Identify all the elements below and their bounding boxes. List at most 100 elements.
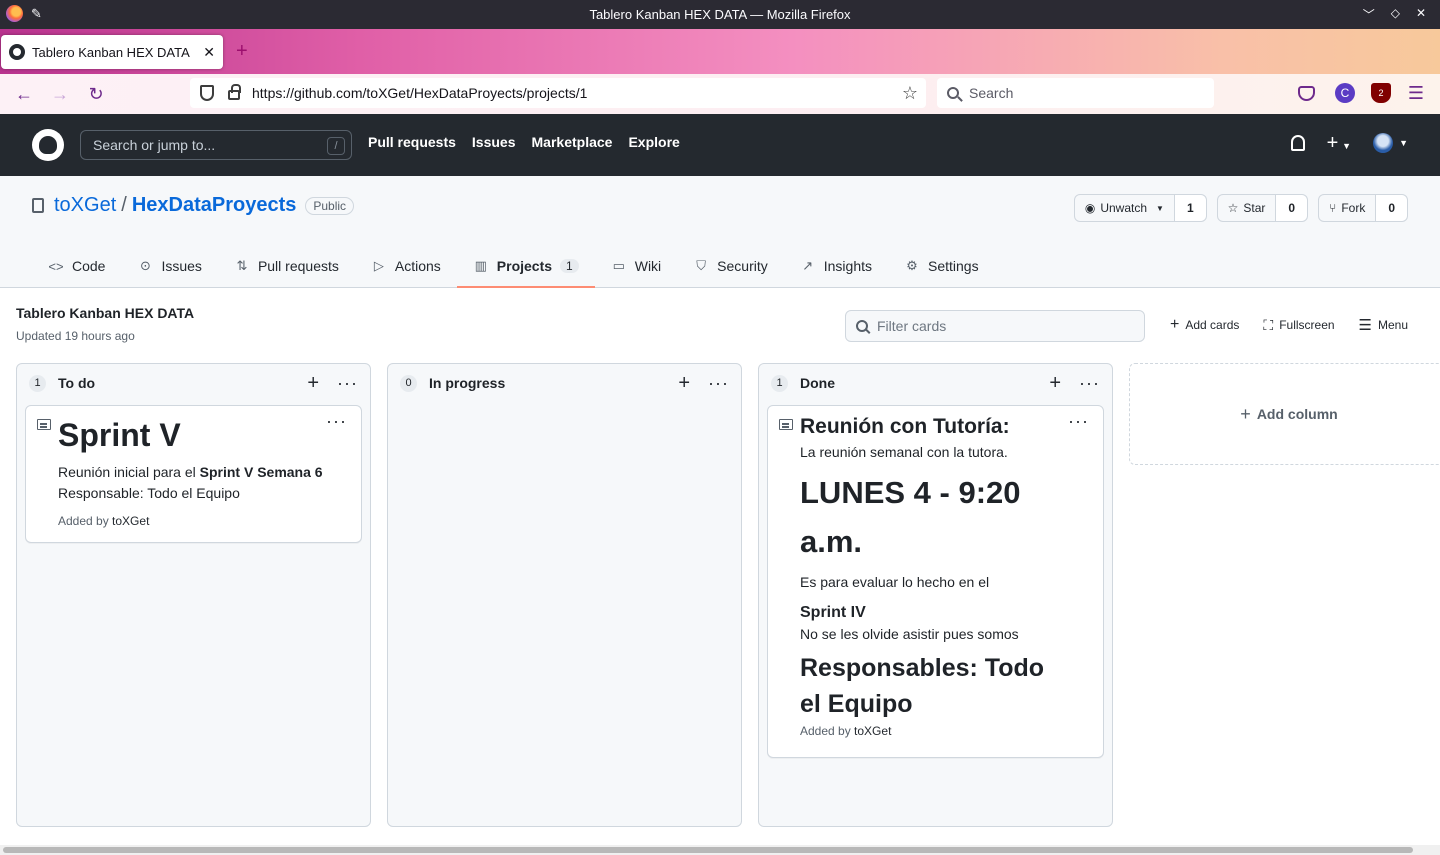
tab-label: Code: [72, 258, 106, 274]
caret-down-icon: ▼: [1156, 203, 1164, 213]
lock-icon[interactable]: [228, 84, 241, 100]
column-kebab-icon[interactable]: ···: [1079, 374, 1100, 392]
pull-request-icon: ⇅: [236, 258, 248, 273]
card-text: Responsable: Todo el Equipo: [58, 485, 240, 501]
fork-button[interactable]: ⑂ Fork: [1319, 195, 1377, 221]
card-heading-2: Responsables: Todo el Equipo: [800, 654, 1045, 718]
reload-icon[interactable]: ↻: [86, 84, 106, 104]
pocket-icon[interactable]: [1298, 86, 1315, 101]
close-window-icon[interactable]: ✕: [1416, 6, 1426, 23]
add-cards-button[interactable]: + Add cards: [1170, 316, 1239, 334]
github-search-input[interactable]: Search or jump to... /: [80, 130, 352, 160]
repo-name-link[interactable]: HexDataProyects: [132, 194, 297, 217]
card-reunion-tutoria[interactable]: ··· Reunión con Tutoría: La reunión sema…: [767, 405, 1104, 758]
extension-c-icon[interactable]: C: [1335, 83, 1355, 103]
ublock-icon[interactable]: 2: [1371, 83, 1391, 103]
user-menu-button[interactable]: ▼: [1373, 133, 1408, 153]
minimize-icon[interactable]: ﹀: [1363, 6, 1375, 23]
column-card-count: 1: [771, 374, 788, 392]
tab-wiki[interactable]: ▭ Wiki: [595, 244, 677, 288]
tab-label: Insights: [823, 258, 872, 274]
repo-owner-link[interactable]: toXGet: [54, 194, 116, 217]
fork-label: Fork: [1341, 201, 1366, 215]
card-text: Es para evaluar lo hecho en el: [800, 574, 990, 590]
add-column-button[interactable]: + Add column: [1129, 363, 1440, 465]
url-bar[interactable]: https://github.com/toXGet/HexDataProyect…: [190, 78, 926, 108]
project-title[interactable]: Tablero Kanban HEX DATA: [16, 305, 194, 321]
tab-label: Wiki: [634, 258, 662, 274]
added-by-label: Added by: [58, 514, 113, 528]
caret-down-icon: ▼: [1399, 138, 1408, 148]
tab-title: Tablero Kanban HEX DATA: [32, 44, 190, 60]
browser-tab[interactable]: Tablero Kanban HEX DATA ✕: [1, 35, 223, 69]
tracking-shield-icon[interactable]: [200, 85, 214, 101]
repo-separator: /: [121, 194, 127, 216]
card-text-bold: Sprint V Semana 6: [199, 464, 323, 480]
new-tab-icon[interactable]: +: [236, 41, 248, 61]
forward-arrow-icon[interactable]: →: [50, 84, 70, 104]
window-titlebar: ✎ Tablero Kanban HEX DATA — Mozilla Fire…: [0, 0, 1440, 29]
firefox-logo-icon: [6, 5, 23, 22]
nav-pull-requests[interactable]: Pull requests: [368, 134, 456, 150]
tab-security[interactable]: ⛉ Security: [677, 244, 784, 288]
close-tab-icon[interactable]: ✕: [203, 44, 215, 61]
notifications-bell-icon[interactable]: [1290, 135, 1305, 151]
project-updated: Updated 19 hours ago: [16, 329, 135, 343]
column-kebab-icon[interactable]: ···: [708, 374, 729, 392]
tab-insights[interactable]: ↗ Insights: [784, 244, 888, 288]
star-count[interactable]: 0: [1276, 195, 1308, 221]
added-by-user-link[interactable]: toXGet: [854, 724, 891, 738]
star-button[interactable]: ☆ Star: [1218, 195, 1277, 221]
add-card-plus-icon[interactable]: +: [678, 373, 690, 393]
horizontal-scrollbar[interactable]: [0, 845, 1440, 855]
filter-cards-input[interactable]: Filter cards: [845, 310, 1145, 342]
maximize-icon[interactable]: ◇: [1391, 6, 1400, 23]
column-in-progress: 0 In progress + ···: [387, 363, 742, 827]
tab-issues[interactable]: ⊙ Issues: [121, 244, 217, 288]
tab-pull-requests[interactable]: ⇅ Pull requests: [218, 244, 355, 288]
nav-explore[interactable]: Explore: [628, 134, 679, 150]
browser-search-input[interactable]: Search: [937, 78, 1214, 108]
fork-button-group: ⑂ Fork 0: [1318, 194, 1408, 222]
app-menu-icon[interactable]: ☰: [1406, 83, 1426, 103]
plus-icon: +: [1326, 132, 1339, 154]
tab-label: Pull requests: [257, 258, 339, 274]
added-by-user-link[interactable]: toXGet: [112, 514, 149, 528]
plus-icon: +: [1170, 316, 1180, 333]
shield-icon: ⛉: [696, 258, 707, 273]
watch-count[interactable]: 1: [1174, 195, 1206, 221]
nav-toolbar: ← → ↻ https://github.com/toXGet/HexDataP…: [0, 74, 1440, 114]
back-arrow-icon[interactable]: ←: [14, 84, 34, 104]
note-icon: [779, 419, 793, 430]
unwatch-button[interactable]: ◉ Unwatch ▼: [1075, 195, 1175, 221]
url-text[interactable]: https://github.com/toXGet/HexDataProyect…: [252, 85, 902, 101]
note-icon: [37, 419, 51, 430]
card-text: No se les olvide asistir pues somos: [800, 626, 1019, 642]
tab-code[interactable]: <> Code: [32, 244, 121, 288]
bookmark-star-icon[interactable]: ☆: [902, 83, 918, 104]
watch-button-group: ◉ Unwatch ▼ 1: [1073, 194, 1207, 222]
create-new-button[interactable]: + ▼: [1327, 133, 1352, 153]
card-text: La reunión semanal con la tutora.: [800, 444, 1008, 460]
column-name: In progress: [429, 375, 506, 391]
nav-issues[interactable]: Issues: [472, 134, 516, 150]
column-card-count: 0: [400, 374, 417, 392]
column-kebab-icon[interactable]: ···: [337, 374, 358, 392]
fork-count[interactable]: 0: [1376, 195, 1407, 221]
menu-button[interactable]: ☰ Menu: [1359, 316, 1408, 334]
pin-icon[interactable]: ✎: [31, 6, 42, 22]
add-card-plus-icon[interactable]: +: [307, 373, 319, 393]
menu-label: Menu: [1378, 318, 1409, 332]
tab-label: Projects: [496, 258, 553, 274]
card-sprint-v[interactable]: ··· Sprint V Reunión inicial para el Spr…: [25, 405, 362, 543]
add-card-plus-icon[interactable]: +: [1049, 373, 1061, 393]
scrollbar-thumb[interactable]: [3, 847, 1413, 853]
tab-label: Settings: [928, 258, 979, 274]
github-logo-icon[interactable]: [32, 129, 64, 161]
tab-actions[interactable]: ▷ Actions: [355, 244, 457, 288]
fullscreen-button[interactable]: ⛶ Fullscreen: [1263, 316, 1334, 334]
nav-marketplace[interactable]: Marketplace: [532, 134, 613, 150]
tab-settings[interactable]: ⚙ Settings: [888, 244, 995, 288]
tab-projects[interactable]: ▥ Projects 1: [456, 244, 595, 288]
column-name: To do: [58, 375, 96, 391]
